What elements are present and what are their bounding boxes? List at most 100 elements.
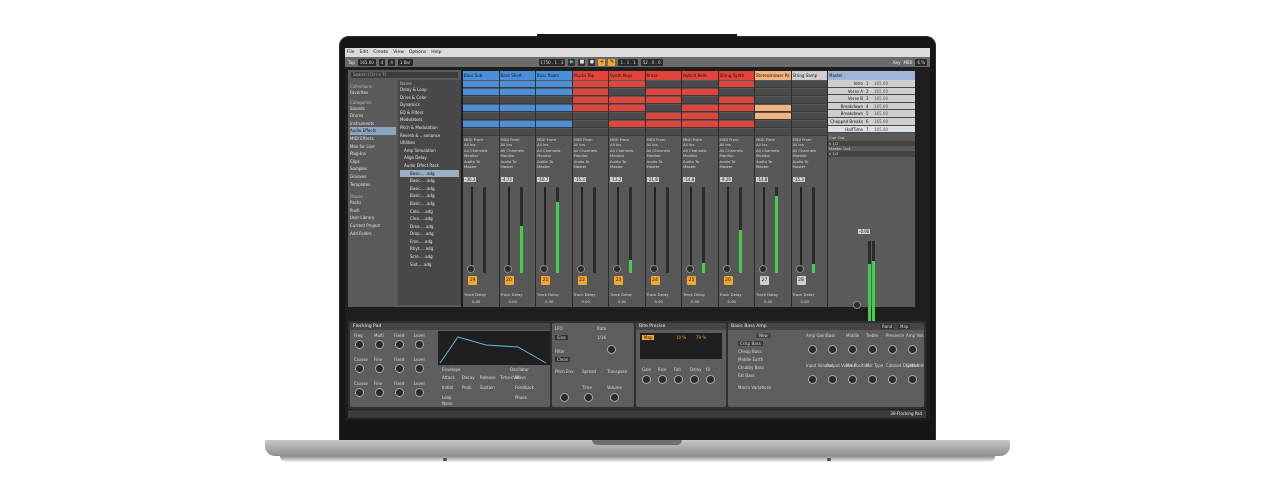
pan-knob[interactable] — [722, 265, 731, 273]
place-item[interactable]: Current Project — [350, 222, 396, 230]
pan-knob[interactable] — [759, 265, 767, 273]
send-value[interactable]: 0.00 — [581, 299, 590, 304]
clip-slot[interactable] — [755, 113, 791, 120]
clip-slot[interactable] — [791, 113, 827, 120]
category-item[interactable]: Plug-Ins — [350, 150, 396, 158]
track-number-button[interactable]: 25 — [687, 276, 696, 285]
track-number-button[interactable]: 19 — [468, 276, 477, 285]
amp-title[interactable]: Basic Bass Amp — [728, 323, 924, 330]
clip-slot[interactable] — [499, 121, 535, 128]
drift-param-knob[interactable] — [415, 340, 424, 349]
midi-map-button[interactable]: MIDI — [903, 60, 912, 65]
fader-track[interactable] — [507, 187, 510, 273]
amp-param-knob[interactable] — [808, 375, 817, 384]
send-value[interactable]: 0.00 — [617, 299, 626, 304]
scene-row[interactable]: HalfTime 7 165.00 — [828, 125, 915, 134]
scene-row[interactable]: Intro 1 165.00 — [828, 80, 915, 88]
play-icon[interactable]: ▶ — [568, 58, 576, 66]
track-header[interactable]: Plucks Top — [572, 71, 608, 80]
amp-param-knob[interactable] — [868, 375, 877, 384]
drift-param-knob[interactable] — [375, 364, 384, 373]
signature-numerator[interactable]: 4 — [378, 58, 386, 66]
clip-slot[interactable] — [718, 81, 754, 88]
send-value[interactable]: 0.00 — [544, 299, 553, 304]
bite-param-knob[interactable] — [674, 375, 683, 384]
clip-slot[interactable] — [536, 89, 572, 96]
clip-slot[interactable] — [791, 89, 827, 96]
drift-param-knob[interactable] — [355, 364, 364, 373]
amp-param-knob[interactable] — [848, 345, 857, 354]
io-master[interactable]: Master — [463, 164, 499, 169]
clip-slot[interactable] — [609, 121, 645, 128]
browser-item[interactable]: Drive & Color — [400, 94, 459, 102]
drift-param-knob[interactable] — [415, 388, 424, 397]
clip-slot[interactable] — [718, 113, 754, 120]
send-value[interactable]: 0.00 — [763, 299, 772, 304]
bite-value-1[interactable]: 10 % — [676, 335, 686, 340]
clip-slot[interactable] — [718, 105, 754, 112]
preset-item[interactable]: Chubby Bass — [738, 365, 764, 370]
io-master[interactable]: Master — [500, 164, 536, 169]
scene-row[interactable]: Verse B 3 165.00 — [828, 95, 915, 103]
clip-slot[interactable] — [791, 97, 827, 104]
lfo-shape-select[interactable]: Sine — [555, 335, 568, 340]
pan-knob[interactable] — [686, 265, 694, 273]
bite-value-2[interactable]: 79 % — [696, 335, 706, 340]
fader-track[interactable] — [690, 187, 692, 273]
clip-slot[interactable] — [609, 97, 645, 104]
rand-button[interactable]: Rand — [880, 324, 895, 329]
amp-param-knob[interactable] — [888, 345, 897, 354]
clip-slot[interactable] — [682, 129, 718, 136]
browser-item[interactable]: Audio Effect Rack — [400, 162, 459, 170]
browser-item[interactable]: Utilities — [400, 139, 459, 147]
browser-item[interactable]: Basic.....adg — [400, 192, 459, 200]
io-master[interactable]: Master — [755, 164, 791, 169]
loop-start[interactable]: 1 . 1 . 1 — [618, 58, 638, 66]
clip-slot[interactable] — [463, 113, 499, 120]
clip-slot[interactable] — [572, 105, 608, 112]
track-volume[interactable]: -9.29 — [719, 177, 732, 182]
fader-track[interactable] — [763, 187, 765, 273]
clip-slot[interactable] — [718, 121, 754, 128]
track-volume[interactable]: -4.73 — [500, 177, 513, 182]
track-header[interactable]: Synth Keys — [609, 71, 645, 80]
new-variation-button[interactable]: New — [756, 333, 771, 338]
clip-slot[interactable] — [536, 121, 572, 128]
track-header[interactable]: Bass Short — [499, 71, 535, 80]
tempo-field[interactable]: 165.00 — [357, 58, 376, 66]
key-map-button[interactable]: Key — [893, 60, 900, 65]
envelope-display[interactable] — [438, 331, 550, 365]
lfo-rate-value[interactable]: 1/16 — [597, 335, 606, 340]
clip-slot[interactable] — [755, 105, 791, 112]
clip-slot[interactable] — [645, 81, 681, 88]
pan-knob[interactable] — [576, 265, 585, 273]
drift-param-knob[interactable] — [395, 388, 404, 397]
scene-tempo[interactable]: 165.00 — [874, 110, 898, 117]
master-header[interactable]: Master — [828, 71, 915, 80]
clip-slot[interactable] — [572, 89, 608, 96]
record-icon[interactable]: ● — [588, 58, 596, 66]
browser-item[interactable]: Dynamics — [400, 101, 459, 109]
category-item[interactable]: Sounds — [350, 105, 396, 113]
clip-slot[interactable] — [499, 105, 535, 112]
browser-item[interactable]: Basic.....adg — [400, 169, 459, 178]
clip-slot[interactable] — [718, 97, 754, 104]
scene-tempo[interactable]: 165.00 — [874, 103, 898, 110]
browser-item[interactable]: Basic.....adg — [400, 185, 459, 193]
io-master[interactable]: Master — [536, 164, 572, 169]
fader-track[interactable] — [580, 187, 583, 273]
scene-tempo[interactable]: 165.00 — [874, 80, 898, 87]
clip-slot[interactable] — [463, 81, 499, 88]
master-pan-knob[interactable] — [853, 301, 861, 309]
browser-item[interactable]: Fron.....adg — [400, 238, 459, 246]
track-header[interactable]: Stereoshower Pa — [755, 71, 791, 80]
pan-knob[interactable] — [613, 265, 621, 273]
menu-view[interactable]: View — [393, 50, 404, 55]
amp-param-knob[interactable] — [848, 375, 857, 384]
volume-knob[interactable] — [610, 393, 619, 402]
clip-slot[interactable] — [609, 129, 645, 136]
scene-tempo[interactable]: 165.00 — [874, 95, 898, 102]
scene-tempo[interactable]: 165.00 — [874, 126, 898, 133]
io-master[interactable]: Master — [682, 164, 718, 169]
pitch-env-knob[interactable] — [560, 393, 569, 402]
